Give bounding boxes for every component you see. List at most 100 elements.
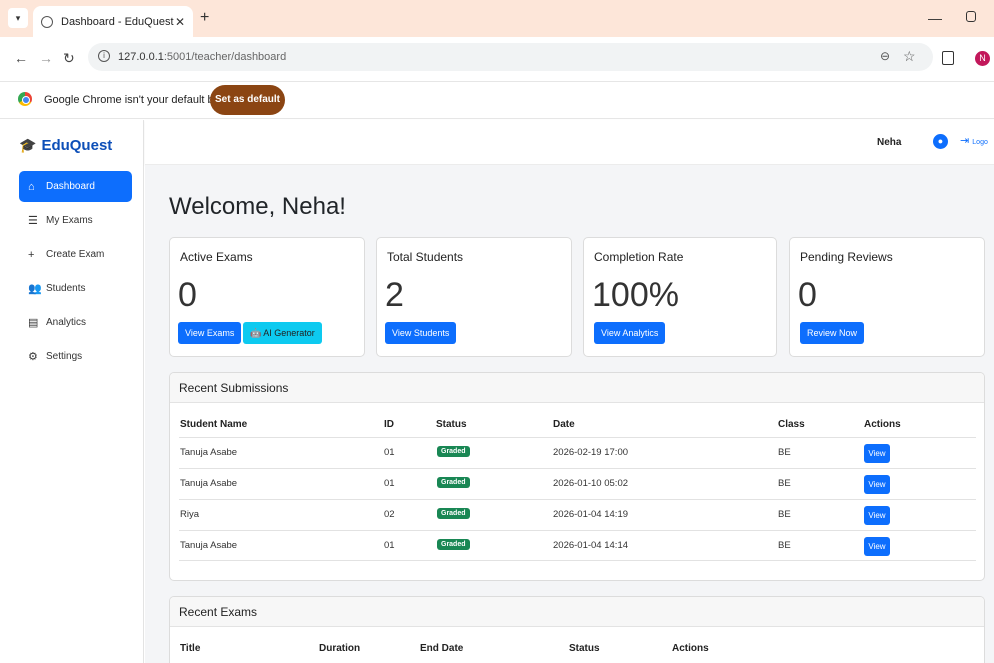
minimize-button[interactable]: — bbox=[928, 10, 942, 26]
card-value: 0 bbox=[178, 276, 197, 314]
panel-title: Recent Exams bbox=[170, 597, 984, 627]
home-icon: ⌂ bbox=[28, 180, 35, 193]
sidebar-item-students[interactable]: 👥 Students bbox=[19, 273, 132, 304]
submission-date: 2026-01-10 05:02 bbox=[553, 478, 629, 489]
users-icon: 👥 bbox=[28, 283, 42, 295]
sidebar-item-label: Analytics bbox=[46, 317, 87, 328]
card-title: Total Students bbox=[387, 250, 464, 264]
column-header: ID bbox=[384, 419, 394, 430]
table-row: Tanuja Asabe 01 Graded 2026-01-10 05:02 … bbox=[179, 468, 976, 499]
new-tab-button[interactable]: + bbox=[200, 9, 209, 27]
main-content: Welcome, Neha! Active Exams 0 View Exams… bbox=[145, 165, 994, 663]
top-navbar: Neha ● ⇥ Logo bbox=[145, 120, 994, 165]
globe-icon bbox=[41, 15, 53, 28]
chart-icon: ▤ bbox=[28, 317, 39, 329]
sidebar: 🎓 EduQuest ⌂ Dashboard ☰ My Exams + Crea… bbox=[0, 120, 144, 663]
student-id: 02 bbox=[384, 509, 395, 520]
stat-card-active-exams: Active Exams 0 View Exams 🤖 AI Generator bbox=[169, 237, 365, 357]
column-header: Status bbox=[569, 643, 600, 654]
sidebar-item-settings[interactable]: ⚙ Settings bbox=[19, 341, 132, 372]
review-now-button[interactable]: Review Now bbox=[800, 322, 865, 344]
address-bar: ← → ↻ i 127.0.0.1:5001/teacher/dashboard… bbox=[0, 37, 994, 81]
gear-icon: ⚙ bbox=[28, 351, 38, 363]
page-title: Welcome, Neha! bbox=[169, 193, 346, 220]
view-button[interactable]: View bbox=[864, 506, 890, 525]
stat-card-pending-reviews: Pending Reviews 0 Review Now bbox=[789, 237, 985, 357]
column-header: Actions bbox=[672, 643, 709, 654]
site-info-icon[interactable]: i bbox=[98, 50, 110, 62]
panel-title: Recent Submissions bbox=[170, 373, 984, 403]
view-button[interactable]: View bbox=[864, 537, 890, 556]
view-students-button[interactable]: View Students bbox=[385, 322, 457, 344]
card-title: Pending Reviews bbox=[800, 250, 893, 264]
column-header: Class bbox=[778, 419, 805, 430]
sidebar-item-dashboard[interactable]: ⌂ Dashboard bbox=[19, 171, 132, 202]
card-title: Completion Rate bbox=[594, 250, 684, 264]
sidebar-item-label: Dashboard bbox=[46, 181, 95, 192]
logout-icon: ⇥ bbox=[960, 135, 970, 147]
sidebar-item-create-exam[interactable]: + Create Exam bbox=[19, 239, 132, 270]
browser-tab[interactable]: Dashboard - EduQuest ✕ bbox=[33, 6, 193, 37]
class-name: BE bbox=[778, 478, 791, 489]
card-value: 0 bbox=[798, 276, 817, 314]
status-badge: Graded bbox=[437, 539, 470, 550]
logout-link[interactable]: ⇥ Logo bbox=[960, 134, 988, 147]
student-id: 01 bbox=[384, 540, 395, 551]
stat-card-completion-rate: Completion Rate 100% View Analytics bbox=[583, 237, 777, 357]
view-button[interactable]: View bbox=[864, 475, 890, 494]
column-header: End Date bbox=[420, 643, 464, 654]
zoom-icon[interactable]: ⊖ bbox=[880, 49, 890, 63]
close-icon[interactable]: ✕ bbox=[175, 15, 185, 29]
card-value: 2 bbox=[385, 276, 404, 314]
sidebar-item-label: Create Exam bbox=[46, 249, 105, 260]
table-row: Riya 02 Graded 2026-01-04 14:19 BE View bbox=[179, 499, 976, 530]
submission-date: 2026-02-19 17:00 bbox=[553, 447, 629, 458]
reload-icon[interactable]: ↻ bbox=[63, 50, 75, 67]
forward-icon[interactable]: → bbox=[39, 50, 53, 66]
ai-generator-button[interactable]: 🤖 AI Generator bbox=[243, 322, 322, 344]
class-name: BE bbox=[778, 447, 791, 458]
sidebar-item-my-exams[interactable]: ☰ My Exams bbox=[19, 205, 132, 236]
status-badge: Graded bbox=[437, 508, 470, 519]
sidebar-item-label: Settings bbox=[46, 351, 83, 362]
card-title: Active Exams bbox=[180, 250, 253, 264]
student-name: Tanuja Asabe bbox=[180, 478, 238, 489]
sidebar-item-label: My Exams bbox=[46, 215, 93, 226]
view-exams-button[interactable]: View Exams bbox=[178, 322, 242, 344]
recent-exams-panel: Recent Exams Title Duration End Date Sta… bbox=[169, 596, 985, 663]
default-browser-infobar: Google Chrome isn't your default browser… bbox=[0, 81, 994, 119]
status-badge: Graded bbox=[437, 477, 470, 488]
brand-name: EduQuest bbox=[41, 137, 113, 154]
column-header: Actions bbox=[864, 419, 901, 430]
view-button[interactable]: View bbox=[864, 444, 890, 463]
set-default-button[interactable]: Set as default bbox=[210, 85, 285, 115]
sidebar-item-analytics[interactable]: ▤ Analytics bbox=[19, 307, 132, 338]
submission-date: 2026-01-04 14:14 bbox=[553, 540, 629, 551]
card-value: 100% bbox=[592, 276, 679, 314]
restore-button[interactable] bbox=[966, 11, 976, 22]
column-header: Duration bbox=[319, 643, 361, 654]
brand-logo[interactable]: 🎓 EduQuest bbox=[19, 137, 112, 154]
back-icon[interactable]: ← bbox=[14, 50, 28, 66]
status-badge: Graded bbox=[437, 446, 470, 457]
view-analytics-button[interactable]: View Analytics bbox=[594, 322, 666, 344]
bookmark-star-icon[interactable]: ☆ bbox=[903, 48, 916, 65]
list-icon: ☰ bbox=[28, 215, 38, 227]
column-header: Status bbox=[436, 419, 467, 430]
sidebar-item-label: Students bbox=[46, 283, 86, 294]
profile-avatar[interactable]: N bbox=[975, 51, 990, 66]
extensions-icon[interactable] bbox=[942, 51, 954, 65]
column-header: Student Name bbox=[180, 419, 248, 430]
column-header: Date bbox=[553, 419, 575, 430]
user-name: Neha bbox=[877, 137, 902, 148]
plus-icon: + bbox=[28, 248, 35, 261]
stat-card-total-students: Total Students 2 View Students bbox=[376, 237, 572, 357]
tab-search-button[interactable]: ▾ bbox=[8, 8, 28, 28]
url-input[interactable]: i 127.0.0.1:5001/teacher/dashboard ⊖ ☆ bbox=[88, 43, 933, 71]
class-name: BE bbox=[778, 540, 791, 551]
student-id: 01 bbox=[384, 478, 395, 489]
user-circle-icon[interactable]: ● bbox=[933, 134, 948, 149]
submission-date: 2026-01-04 14:19 bbox=[553, 509, 629, 520]
student-id: 01 bbox=[384, 447, 395, 458]
graduation-cap-icon: 🎓 bbox=[19, 137, 37, 153]
